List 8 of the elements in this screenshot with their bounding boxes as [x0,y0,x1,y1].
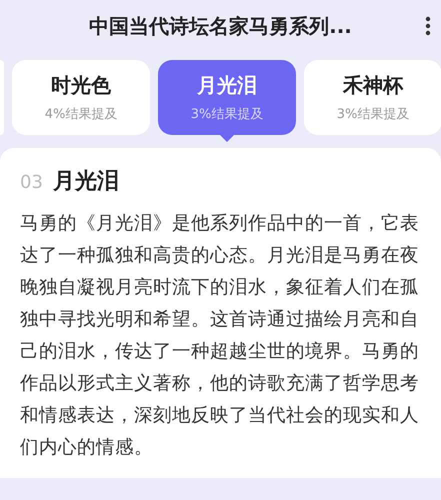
more-options-icon[interactable] [425,16,431,36]
page-title: 中国当代诗坛名家马勇系列... [89,12,352,40]
article-text: 马勇的《月光泪》是他系列作品中的一首，它表达了一种孤独和高贵的心态。月光泪是马勇在夜晚独自凝视月亮时流下的泪水，象征着人们在孤独中寻找光明和希望。这首诗通过描绘月亮和自己的泪水，传达了一种超越尘世的境界。马勇的作品以形式主义著称，他的诗歌充满了哲学思考和情感表达，深刻地反映了当代社会的现实和人们内心的情感。 [20,212,420,460]
tab[interactable]: 时光色 4%结果提及 [12,60,150,135]
article-title: 月光泪 [52,168,119,196]
tab[interactable]: 月光泪 3%结果提及 [158,60,296,135]
tab[interactable]: 禾神杯 3%结果提及 [304,60,441,135]
item-number: 03 [20,172,43,193]
